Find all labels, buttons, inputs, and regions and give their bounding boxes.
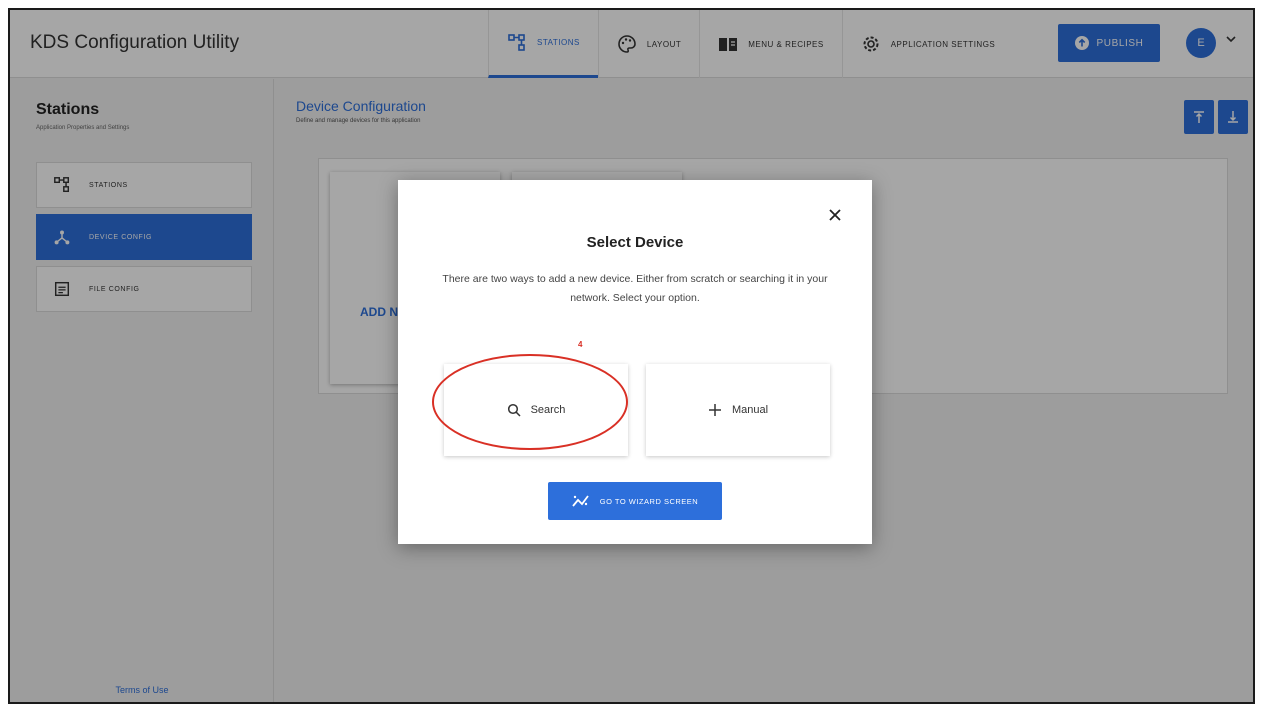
- option-label: Manual: [731, 404, 769, 416]
- dialog-title: Select Device: [586, 234, 684, 251]
- app-window: KDS Configuration Utility STATIONS LAYOU…: [8, 8, 1255, 704]
- wizard-icon: [572, 495, 589, 507]
- manual-option-button[interactable]: Manual: [646, 364, 830, 456]
- search-option-button[interactable]: Search: [444, 364, 628, 456]
- wizard-label: GO TO WIZARD SCREEN: [599, 496, 699, 506]
- plus-icon: [708, 404, 721, 416]
- step-marker: 4: [578, 340, 583, 349]
- go-to-wizard-button[interactable]: GO TO WIZARD SCREEN: [548, 482, 722, 520]
- select-device-dialog: Select Device There are two ways to add …: [398, 180, 872, 544]
- close-icon: [829, 209, 841, 221]
- dialog-description: There are two ways to add a new device. …: [442, 273, 828, 304]
- option-label: Search: [530, 404, 566, 416]
- search-icon: [507, 403, 521, 417]
- close-button[interactable]: [824, 204, 846, 226]
